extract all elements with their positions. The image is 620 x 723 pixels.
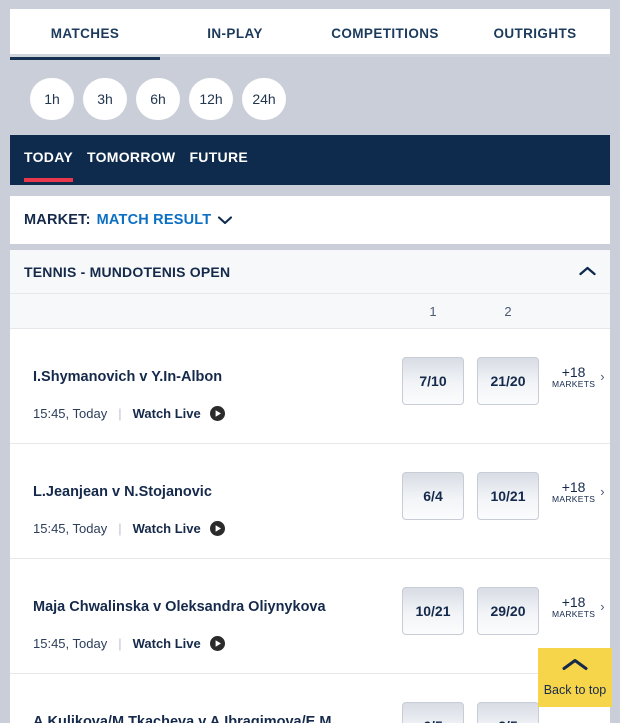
time-filter-6h[interactable]: 6h [136, 78, 180, 120]
primary-tab-list: MATCHES IN-PLAY COMPETITIONS OUTRIGHTS [10, 9, 610, 60]
match-time: 15:45, Today [33, 406, 108, 421]
match-meta: 15:45, Today | Watch Live [33, 521, 225, 536]
play-icon[interactable] [209, 521, 225, 536]
match-row[interactable]: Maja Chwalinska v Oleksandra Oliynykova … [10, 559, 610, 674]
time-filter-chips: 1h 3h 6h 12h 24h [30, 78, 286, 120]
time-filter-3h-label: 3h [97, 91, 113, 107]
match-name[interactable]: L.Jeanjean v N.Stojanovic [33, 484, 212, 500]
odds-button-2[interactable]: 29/20 [477, 587, 539, 635]
more-markets-text: +18 MARKETS [552, 595, 595, 619]
tab-in-play[interactable]: IN-PLAY [160, 9, 310, 57]
play-icon[interactable] [209, 406, 225, 421]
time-filter-3h[interactable]: 3h [83, 78, 127, 120]
more-markets-count: +18 [561, 364, 586, 380]
odds-group: 6/4 10/21 +18 MARKETS › [402, 472, 605, 520]
chevron-down-icon[interactable] [218, 215, 233, 225]
primary-tab-bar-underline [10, 54, 610, 57]
column-header-1: 1 [429, 303, 437, 319]
match-time: 15:45, Today [33, 521, 108, 536]
odds-button-2[interactable]: 21/20 [477, 357, 539, 405]
match-name[interactable]: I.Shymanovich v Y.In-Albon [33, 369, 222, 385]
more-markets-word: MARKETS [552, 608, 596, 619]
more-markets-count: +18 [561, 594, 586, 610]
play-icon[interactable] [209, 636, 225, 651]
day-tab-today[interactable]: TODAY [24, 149, 73, 182]
more-markets-link[interactable]: +18 MARKETS › [552, 365, 605, 389]
market-label: MARKET: [24, 212, 91, 228]
tab-outrights[interactable]: OUTRIGHTS [460, 9, 610, 57]
time-filter-24h-label: 24h [252, 91, 276, 107]
meta-separator: | [118, 406, 122, 421]
time-filter-1h[interactable]: 1h [30, 78, 74, 120]
match-meta: 15:45, Today | Watch Live [33, 636, 225, 651]
more-markets-count: +18 [561, 479, 586, 495]
market-selector-bar: MARKET: MATCH RESULT [10, 196, 610, 244]
match-name[interactable]: Maja Chwalinska v Oleksandra Oliynykova [33, 599, 326, 615]
day-tab-tomorrow[interactable]: TOMORROW [87, 149, 175, 182]
time-filter-12h-label: 12h [199, 91, 223, 107]
day-tab-future[interactable]: FUTURE [189, 149, 248, 182]
meta-separator: | [118, 636, 122, 651]
day-nav-bar: TODAY TOMORROW FUTURE [10, 135, 610, 185]
match-row[interactable]: I.Shymanovich v Y.In-Albon 15:45, Today … [10, 329, 610, 444]
column-header-2: 2 [504, 303, 512, 319]
tab-matches-label: MATCHES [50, 25, 120, 41]
market-value[interactable]: MATCH RESULT [97, 212, 212, 228]
tab-matches[interactable]: MATCHES [10, 9, 160, 60]
time-filter-24h[interactable]: 24h [242, 78, 286, 120]
odds-button-2[interactable]: 2/5 [477, 702, 539, 723]
back-to-top-label: Back to top [543, 683, 607, 697]
back-to-top-button[interactable]: Back to top [538, 648, 612, 707]
more-markets-word: MARKETS [552, 378, 596, 389]
more-markets-text: +18 MARKETS [552, 480, 595, 504]
chevron-right-icon: › [600, 599, 605, 615]
chevron-right-icon: › [600, 484, 605, 500]
odds-group: 7/10 21/20 +18 MARKETS › [402, 357, 605, 405]
watch-live-link[interactable]: Watch Live [133, 406, 201, 421]
primary-tab-bar: MATCHES IN-PLAY COMPETITIONS OUTRIGHTS [10, 9, 610, 60]
match-row[interactable]: L.Jeanjean v N.Stojanovic 15:45, Today |… [10, 444, 610, 559]
day-tab-tomorrow-label: TOMORROW [86, 149, 176, 165]
odds-column-headers: 1 2 [10, 294, 610, 329]
watch-live-link[interactable]: Watch Live [133, 636, 201, 651]
competition-title: TENNIS - MUNDOTENIS OPEN [24, 263, 231, 280]
tab-competitions-label: COMPETITIONS [331, 25, 439, 41]
match-name[interactable]: A.Kulikova/M.Tkacheva v A.Ibragimova/E.M… [33, 714, 344, 723]
more-markets-link[interactable]: +18 MARKETS › [552, 595, 605, 619]
chevron-right-icon: › [600, 369, 605, 385]
time-filter-1h-label: 1h [44, 91, 60, 107]
watch-live-link[interactable]: Watch Live [133, 521, 201, 536]
more-markets-link[interactable]: +18 MARKETS › [552, 480, 605, 504]
day-tab-future-label: FUTURE [189, 149, 249, 165]
day-nav-list: TODAY TOMORROW FUTURE [10, 135, 610, 185]
day-tab-today-label: TODAY [24, 149, 73, 165]
more-markets-word: MARKETS [552, 493, 596, 504]
odds-button-2[interactable]: 10/21 [477, 472, 539, 520]
competition-header[interactable]: TENNIS - MUNDOTENIS OPEN [10, 250, 610, 294]
tab-outrights-label: OUTRIGHTS [493, 25, 577, 41]
tab-competitions[interactable]: COMPETITIONS [310, 9, 460, 57]
match-time: 15:45, Today [33, 636, 108, 651]
chevron-up-icon [562, 658, 588, 676]
odds-group: 10/21 29/20 +18 MARKETS › [402, 587, 605, 635]
odds-group: 6/5 2/5 [402, 702, 552, 723]
odds-button-1[interactable]: 7/10 [402, 357, 464, 405]
match-row[interactable]: A.Kulikova/M.Tkacheva v A.Ibragimova/E.M… [10, 674, 610, 723]
competition-panel: TENNIS - MUNDOTENIS OPEN 1 2 I.Shymanovi… [10, 250, 610, 723]
tab-in-play-label: IN-PLAY [207, 25, 263, 41]
odds-button-1[interactable]: 10/21 [402, 587, 464, 635]
odds-button-1[interactable]: 6/5 [402, 702, 464, 723]
more-markets-text: +18 MARKETS [552, 365, 595, 389]
time-filter-6h-label: 6h [150, 91, 166, 107]
time-filter-12h[interactable]: 12h [189, 78, 233, 120]
odds-button-1[interactable]: 6/4 [402, 472, 464, 520]
meta-separator: | [118, 521, 122, 536]
match-meta: 15:45, Today | Watch Live [33, 406, 225, 421]
chevron-up-icon[interactable] [579, 263, 596, 281]
